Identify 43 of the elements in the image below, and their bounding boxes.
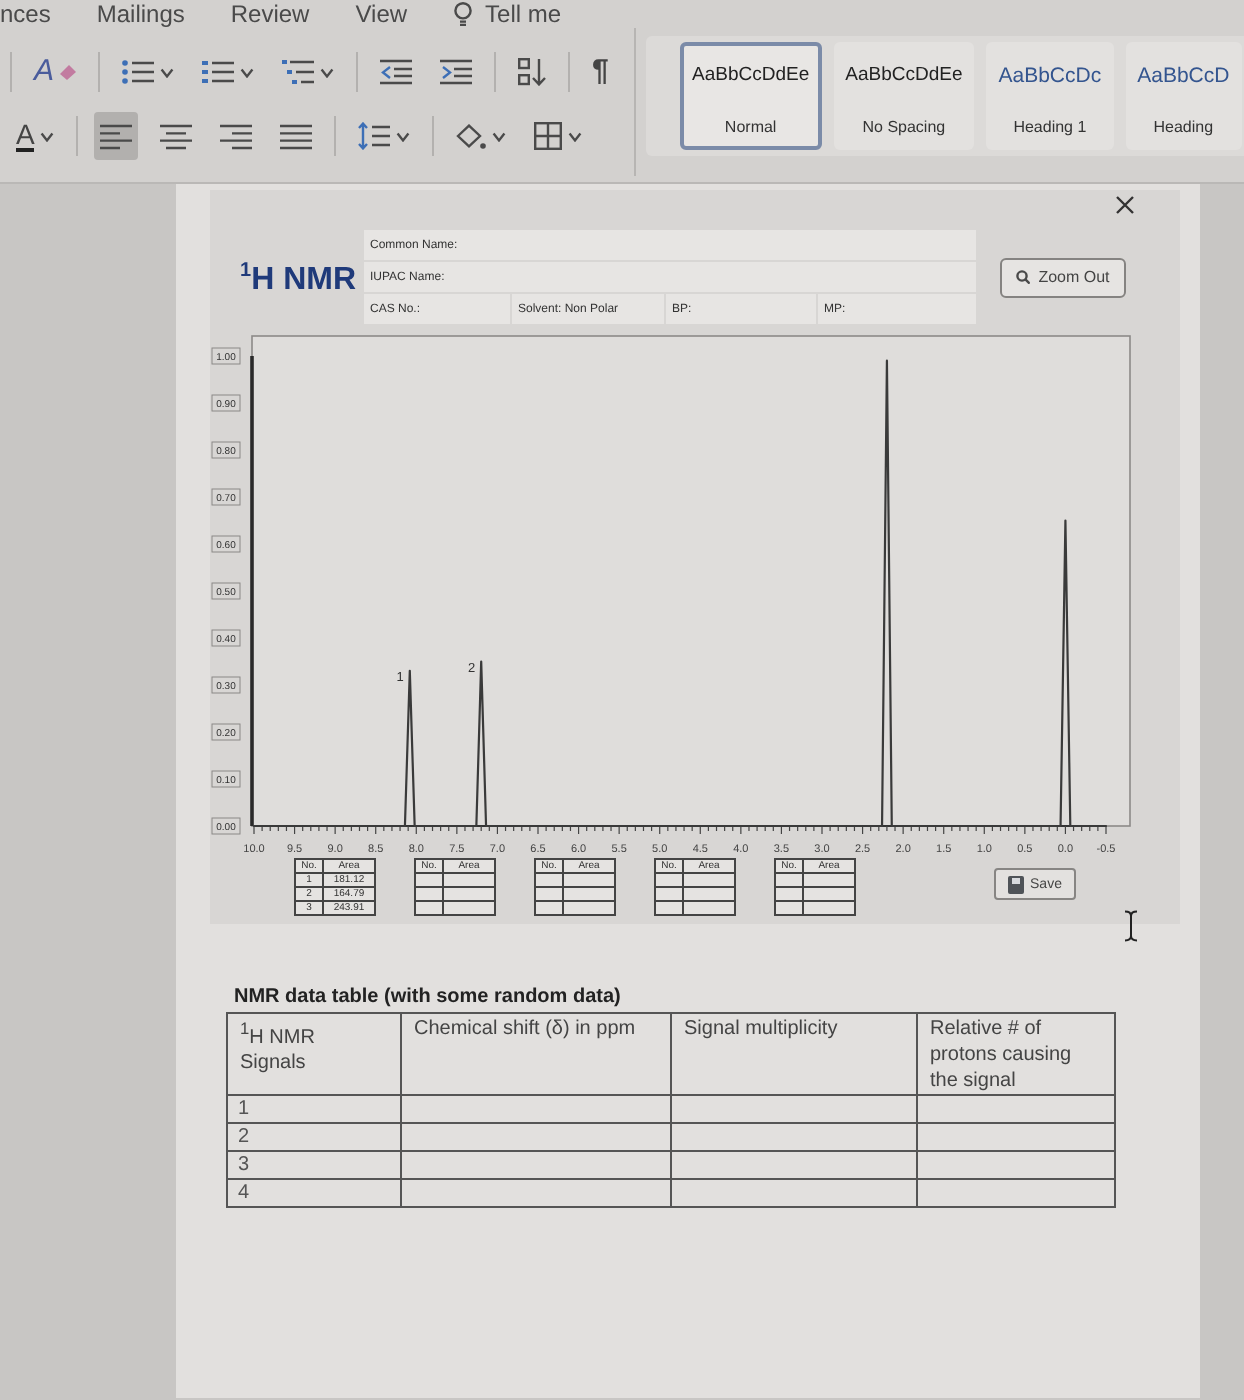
eraser-icon — [60, 64, 77, 80]
style-option[interactable]: AaBbCcDc Heading 1 — [986, 42, 1114, 150]
clear-formatting-button[interactable]: A — [28, 48, 83, 96]
text-cursor-icon — [1124, 910, 1138, 942]
line-spacing-icon — [358, 122, 391, 150]
tell-me-search[interactable]: Tell me — [453, 0, 562, 28]
align-center-icon — [160, 123, 193, 149]
lightbulb-icon — [453, 2, 472, 26]
column-header: Relative # of protons causing the signal — [917, 1013, 1115, 1095]
numbered-list-icon — [202, 58, 235, 86]
align-left-icon — [100, 123, 133, 149]
zoom-out-button[interactable]: Zoom Out — [1000, 257, 1126, 297]
table-cell: 3 — [227, 1151, 401, 1179]
style-option[interactable]: AaBbCcDdEe No Spacing — [833, 42, 975, 150]
paint-bucket-icon — [456, 123, 487, 149]
panel-title: $^{1}$H NMR — [240, 258, 358, 302]
column-header: Chemical shift (δ) in ppm — [401, 1013, 671, 1095]
justify-icon — [280, 123, 313, 149]
ribbon-tab[interactable]: Review — [230, 0, 310, 28]
search-icon — [1016, 270, 1031, 284]
style-option[interactable]: AaBbCcDdEe Normal — [680, 42, 822, 150]
sort-icon — [518, 58, 547, 86]
align-left-button[interactable] — [94, 112, 139, 160]
column-header: Signal multiplicity — [671, 1013, 917, 1095]
style-option[interactable]: AaBbCcD Heading — [1125, 42, 1242, 150]
font-color-button[interactable]: A — [10, 112, 61, 160]
show-formatting-button[interactable]: ¶ — [586, 48, 615, 96]
save-icon — [1008, 875, 1025, 893]
ribbon-tab[interactable]: nces — [0, 0, 51, 28]
multilevel-list-icon — [282, 58, 315, 86]
close-icon[interactable] — [1116, 196, 1134, 214]
table-title: NMR data table (with some random data) — [234, 986, 623, 1010]
decrease-indent-icon — [380, 58, 413, 86]
ribbon-tab[interactable]: View — [355, 0, 408, 28]
ribbon-tab[interactable]: Mailings — [96, 0, 185, 28]
align-right-icon — [220, 123, 253, 149]
bulleted-list-icon — [122, 58, 155, 86]
borders-icon — [534, 122, 563, 150]
increase-indent-icon — [440, 58, 473, 86]
table-cell: 4 — [227, 1179, 401, 1207]
table-cell: 1 — [227, 1095, 401, 1123]
column-header: $^{1}$H NMR Signals — [227, 1013, 401, 1095]
table-cell: 2 — [227, 1123, 401, 1151]
